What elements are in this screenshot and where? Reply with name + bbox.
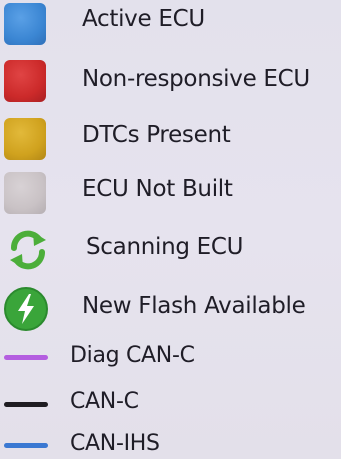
legend-row-non-responsive-ecu: Non-responsive ECU [0, 55, 341, 107]
black-line-icon [4, 402, 48, 407]
legend-row-dtcs-present: DTCs Present [0, 113, 341, 165]
purple-line-icon [4, 355, 48, 360]
legend-row-new-flash-available: New Flash Available [0, 282, 341, 334]
legend-row-can-c: CAN-C [0, 384, 341, 424]
legend-label-can-ihs: CAN-IHS [70, 431, 160, 456]
legend-label-scanning-ecu: Scanning ECU [86, 234, 244, 260]
legend-label-ecu-not-built: ECU Not Built [82, 176, 233, 202]
legend-row-can-ihs: CAN-IHS [0, 426, 341, 459]
legend-row-ecu-not-built: ECU Not Built [0, 168, 341, 220]
red-square-icon [4, 60, 46, 102]
blue-square-icon [4, 3, 46, 45]
refresh-arrows-icon [6, 228, 50, 276]
legend-label-dtcs-present: DTCs Present [82, 122, 231, 148]
legend-label-diag-can-c: Diag CAN-C [70, 343, 195, 368]
legend-row-diag-can-c: Diag CAN-C [0, 338, 341, 378]
legend-row-active-ecu: Active ECU [0, 0, 341, 48]
legend-row-scanning-ecu: Scanning ECU [0, 224, 341, 276]
legend-label-new-flash-available: New Flash Available [82, 293, 306, 319]
legend-label-non-responsive-ecu: Non-responsive ECU [82, 66, 310, 92]
yellow-square-icon [4, 118, 46, 160]
legend-label-can-c: CAN-C [70, 389, 139, 414]
legend-label-active-ecu: Active ECU [82, 6, 205, 32]
blue-line-icon [4, 443, 48, 448]
lightning-circle-icon [3, 286, 49, 336]
ecu-status-legend: Active ECU Non-responsive ECU DTCs Prese… [0, 0, 341, 459]
gray-square-icon [4, 172, 46, 214]
